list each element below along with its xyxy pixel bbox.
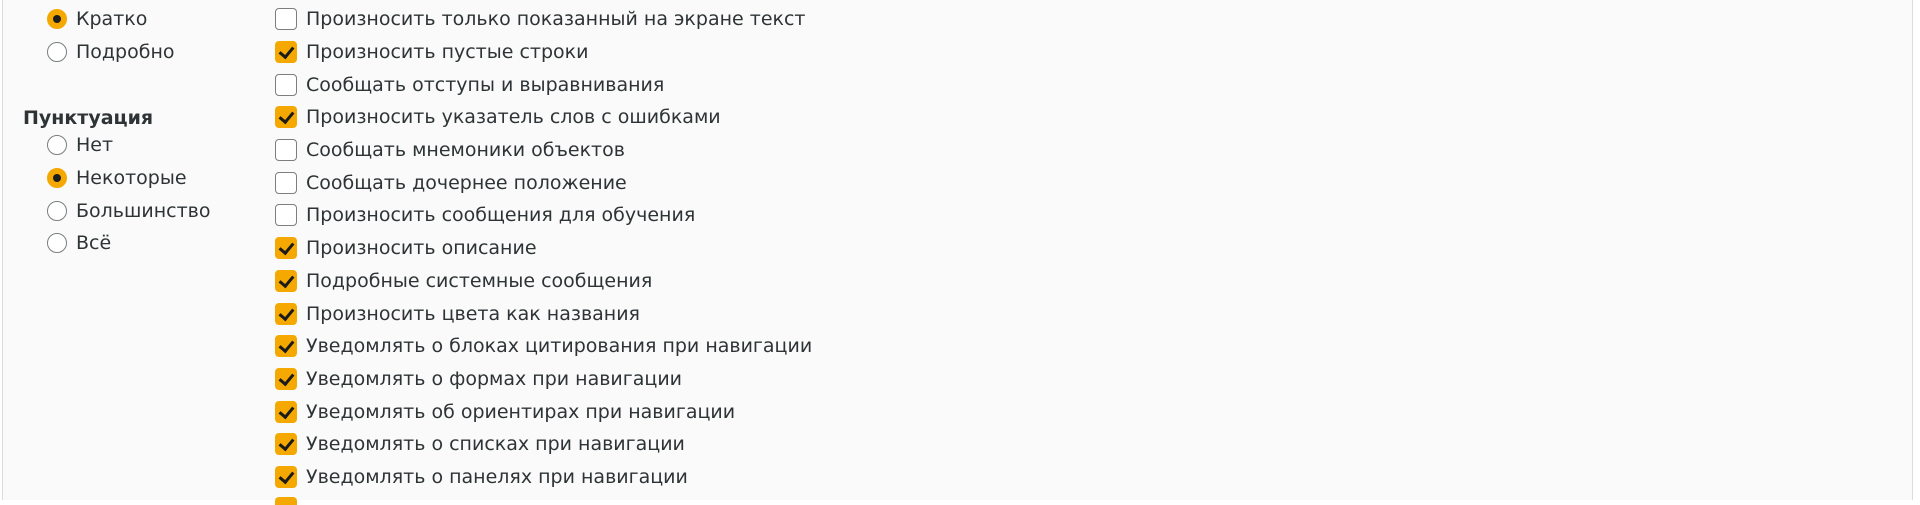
- checkbox-indicator: [275, 367, 297, 390]
- radio-verbosity-detailed[interactable]: Подробно: [23, 36, 263, 69]
- radio-label: Кратко: [76, 8, 148, 31]
- checkbox-label: Произносить указатель слов с ошибками: [306, 106, 721, 129]
- punctuation-heading: Пунктуация: [23, 107, 154, 130]
- radio-verbosity-brief[interactable]: Кратко: [23, 3, 263, 36]
- radio-indicator: [47, 200, 67, 221]
- speech-checkbox-list: Произносить только показанный на экране …: [275, 3, 1175, 493]
- checkbox-label: Произносить цвета как названия: [306, 302, 640, 325]
- checkbox-cut-off[interactable]: [275, 497, 297, 505]
- radio-punctuation-some[interactable]: Некоторые: [23, 162, 263, 195]
- checkbox-indicator: [275, 204, 297, 227]
- radio-label: Большинство: [76, 199, 211, 222]
- radio-indicator: [47, 9, 67, 30]
- checkbox-label: Сообщать отступы и выравнивания: [306, 73, 665, 96]
- radio-indicator: [47, 42, 67, 63]
- checkbox-indicator: [275, 41, 297, 64]
- checkbox-label: Уведомлять о списках при навигации: [306, 433, 685, 456]
- checkbox-indicator: [275, 106, 297, 129]
- checkbox-speak-blank-lines[interactable]: Произносить пустые строки: [275, 36, 1175, 69]
- radio-punctuation-none[interactable]: Нет: [23, 129, 263, 162]
- checkbox-speak-tutorial-messages[interactable]: Произносить сообщения для обучения: [275, 199, 1175, 232]
- radio-label: Подробно: [76, 41, 175, 64]
- checkbox-speak-child-position[interactable]: Сообщать дочернее положение: [275, 166, 1175, 199]
- radio-indicator: [47, 135, 67, 156]
- checkbox-label: Сообщать мнемоники объектов: [306, 139, 625, 162]
- checkbox-announce-lists[interactable]: Уведомлять о списках при навигации: [275, 428, 1175, 461]
- checkbox-label: Уведомлять о формах при навигации: [306, 367, 683, 390]
- checkbox-indicator: [275, 433, 297, 456]
- checkbox-announce-forms[interactable]: Уведомлять о формах при навигации: [275, 363, 1175, 396]
- checkbox-indicator: [275, 269, 297, 292]
- checkbox-indicator: [275, 73, 297, 96]
- checkbox-speak-misspelled-indicator[interactable]: Произносить указатель слов с ошибками: [275, 101, 1175, 134]
- radio-punctuation-all[interactable]: Всё: [23, 227, 263, 260]
- checkbox-label: Уведомлять о панелях при навигации: [306, 465, 688, 488]
- checkbox-speak-indentation[interactable]: Сообщать отступы и выравнивания: [275, 68, 1175, 101]
- checkbox-announce-panels[interactable]: Уведомлять о панелях при навигации: [275, 461, 1175, 494]
- radio-indicator: [47, 233, 67, 254]
- checkbox-indicator: [275, 302, 297, 325]
- checkbox-speak-only-displayed-text[interactable]: Произносить только показанный на экране …: [275, 3, 1175, 36]
- checkbox-speak-mnemonics[interactable]: Сообщать мнемоники объектов: [275, 134, 1175, 167]
- checkbox-verbose-system-messages[interactable]: Подробные системные сообщения: [275, 265, 1175, 298]
- radio-indicator: [47, 168, 67, 189]
- checkbox-indicator: [275, 400, 297, 423]
- checkbox-label: Уведомлять об ориентирах при навигации: [306, 400, 736, 423]
- checkbox-announce-landmarks[interactable]: Уведомлять об ориентирах при навигации: [275, 395, 1175, 428]
- radio-punctuation-most[interactable]: Большинство: [23, 194, 263, 227]
- checkbox-indicator: [275, 8, 297, 31]
- punctuation-group: Нет Некоторые Большинство Всё: [23, 129, 263, 260]
- checkbox-indicator: [275, 237, 297, 260]
- speech-options-column: Кратко Подробно Пунктуация Нет Некоторые…: [23, 0, 263, 260]
- verbosity-group: Кратко Подробно: [23, 3, 263, 68]
- checkbox-label: Сообщать дочернее положение: [306, 171, 627, 194]
- checkbox-label: Произносить только показанный на экране …: [306, 8, 806, 31]
- checkbox-announce-blockquotes[interactable]: Уведомлять о блоках цитирования при нави…: [275, 330, 1175, 363]
- checkbox-label: Уведомлять о блоках цитирования при нави…: [306, 335, 813, 358]
- checkbox-indicator: [275, 171, 297, 194]
- radio-label: Некоторые: [76, 167, 187, 190]
- checkbox-label: Произносить сообщения для обучения: [306, 204, 696, 227]
- checkbox-label: Произносить описание: [306, 237, 537, 260]
- preferences-panel: Кратко Подробно Пунктуация Нет Некоторые…: [2, 0, 1913, 505]
- checkbox-label: Подробные системные сообщения: [306, 269, 653, 292]
- radio-label: Нет: [76, 134, 114, 157]
- checkbox-speak-description[interactable]: Произносить описание: [275, 232, 1175, 265]
- checkbox-indicator: [275, 139, 297, 162]
- radio-label: Всё: [76, 232, 112, 255]
- checkbox-indicator: [275, 465, 297, 488]
- checkbox-label: Произносить пустые строки: [306, 41, 589, 64]
- checkbox-speak-color-names[interactable]: Произносить цвета как названия: [275, 297, 1175, 330]
- checkbox-indicator: [275, 335, 297, 358]
